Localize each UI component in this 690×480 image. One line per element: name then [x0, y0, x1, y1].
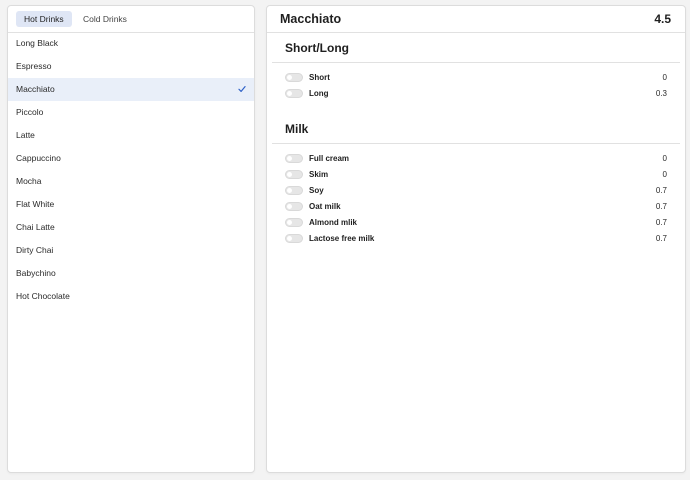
- drink-item-piccolo[interactable]: Piccolo: [8, 101, 254, 124]
- drink-detail-panel: Macchiato 4.5 Short/Long Short 0 Long 0.…: [266, 5, 686, 473]
- drink-item-mocha[interactable]: Mocha: [8, 170, 254, 193]
- toggle-switch[interactable]: [285, 202, 303, 211]
- option-price: 0: [662, 154, 667, 163]
- option-price: 0.7: [655, 218, 667, 227]
- toggle-switch[interactable]: [285, 186, 303, 195]
- option-price: 0.7: [655, 202, 667, 211]
- detail-header: Macchiato 4.5: [267, 6, 685, 33]
- section-divider: [272, 62, 680, 63]
- drink-item-espresso[interactable]: Espresso: [8, 55, 254, 78]
- option-price: 0: [662, 170, 667, 179]
- option-row-lactose-free-milk[interactable]: Lactose free milk 0.7: [285, 231, 667, 247]
- toggle-switch[interactable]: [285, 73, 303, 82]
- option-label: Long: [309, 89, 329, 98]
- option-row-almond-milk[interactable]: Almond mlik 0.7: [285, 215, 667, 231]
- option-row-short[interactable]: Short 0: [285, 70, 667, 86]
- drink-item-long-black[interactable]: Long Black: [8, 32, 254, 55]
- drink-item-flat-white[interactable]: Flat White: [8, 193, 254, 216]
- option-row-soy[interactable]: Soy 0.7: [285, 183, 667, 199]
- section-title-milk: Milk: [285, 122, 309, 136]
- option-label: Soy: [309, 186, 324, 195]
- drink-item-label: Macchiato: [16, 84, 55, 94]
- option-price: 0.7: [655, 186, 667, 195]
- drink-price: 4.5: [654, 12, 671, 26]
- drink-item-macchiato[interactable]: Macchiato: [8, 78, 254, 101]
- option-label: Almond mlik: [309, 218, 358, 227]
- toggle-switch[interactable]: [285, 154, 303, 163]
- toggle-switch[interactable]: [285, 234, 303, 243]
- tab-cold-drinks[interactable]: Cold Drinks: [75, 11, 135, 27]
- option-label: Full cream: [309, 154, 350, 163]
- option-price: 0.3: [655, 89, 667, 98]
- drink-menu-panel: Hot Drinks Cold Drinks Long Black Espres…: [7, 5, 255, 473]
- drink-list: Long Black Espresso Macchiato Piccolo La…: [8, 32, 254, 308]
- drink-item-cappuccino[interactable]: Cappuccino: [8, 147, 254, 170]
- drink-title: Macchiato: [280, 12, 342, 26]
- toggle-switch[interactable]: [285, 170, 303, 179]
- option-row-long[interactable]: Long 0.3: [285, 86, 667, 102]
- option-label: Lactose free milk: [309, 234, 375, 243]
- tab-hot-drinks[interactable]: Hot Drinks: [16, 11, 72, 27]
- option-row-skim[interactable]: Skim 0: [285, 167, 667, 183]
- option-price: 0.7: [655, 234, 667, 243]
- checkmark-icon: [238, 86, 246, 92]
- option-price: 0: [662, 73, 667, 82]
- option-label: Short: [309, 73, 330, 82]
- drink-category-tabs: Hot Drinks Cold Drinks: [8, 6, 254, 33]
- toggle-switch[interactable]: [285, 89, 303, 98]
- option-label: Skim: [309, 170, 329, 179]
- drink-item-latte[interactable]: Latte: [8, 124, 254, 147]
- option-row-full-cream[interactable]: Full cream 0: [285, 151, 667, 167]
- option-row-oat-milk[interactable]: Oat milk 0.7: [285, 199, 667, 215]
- drink-item-hot-chocolate[interactable]: Hot Chocolate: [8, 285, 254, 308]
- section-title-short-long: Short/Long: [285, 41, 349, 55]
- section-divider: [272, 143, 680, 144]
- drink-item-dirty-chai[interactable]: Dirty Chai: [8, 239, 254, 262]
- drink-item-chai-latte[interactable]: Chai Latte: [8, 216, 254, 239]
- toggle-switch[interactable]: [285, 218, 303, 227]
- option-label: Oat milk: [309, 202, 341, 211]
- drink-item-babychino[interactable]: Babychino: [8, 262, 254, 285]
